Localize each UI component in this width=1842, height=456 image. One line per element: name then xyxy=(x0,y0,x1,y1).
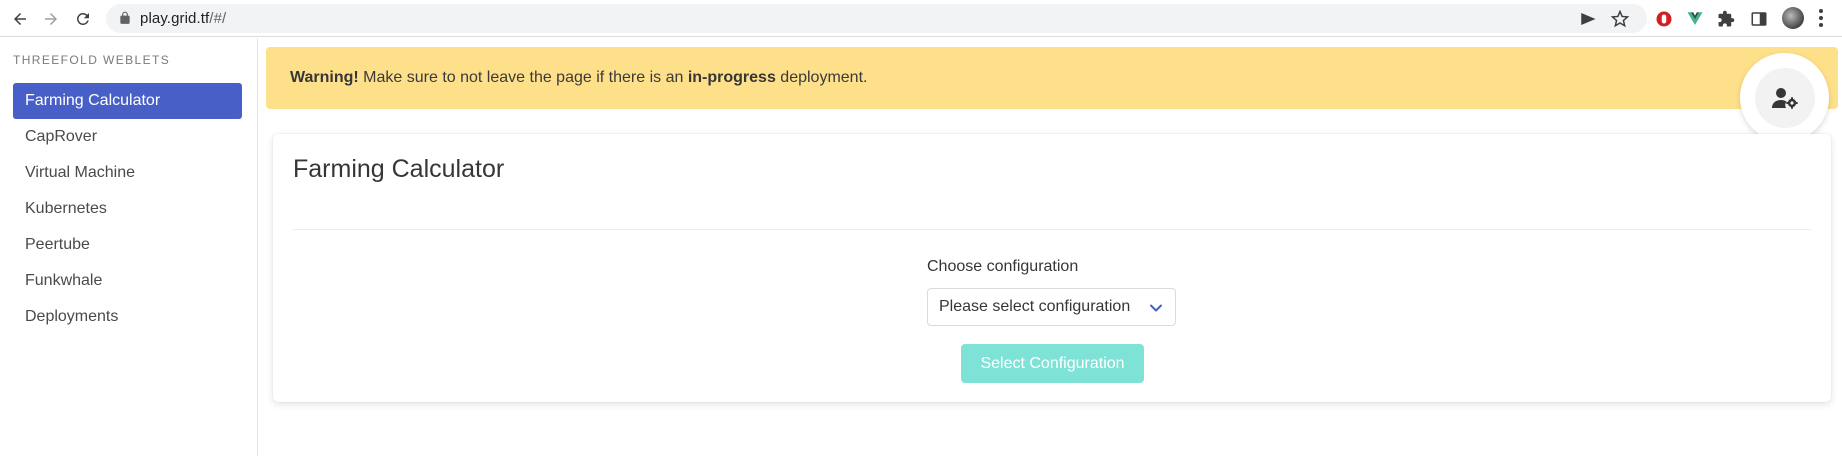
browser-profile-avatar[interactable] xyxy=(1782,7,1804,29)
arrow-right-icon xyxy=(45,13,57,25)
sidebar-item-deployments[interactable]: Deployments xyxy=(13,299,242,335)
vue-extension-icon[interactable] xyxy=(1685,9,1705,29)
sidebar-item-funkwhale[interactable]: Funkwhale xyxy=(13,263,242,299)
configuration-label: Choose configuration xyxy=(927,258,1079,275)
chevron-down-icon xyxy=(1150,304,1162,312)
forward-button[interactable] xyxy=(38,6,64,32)
send-icon[interactable] xyxy=(1579,10,1597,28)
back-button[interactable] xyxy=(7,6,33,32)
arrow-left-icon xyxy=(14,13,26,25)
warning-text-after: deployment. xyxy=(775,69,868,86)
more-menu-icon[interactable] xyxy=(1818,8,1824,28)
sidebar: THREEFOLD WEBLETS Farming Calculator Cap… xyxy=(0,38,258,456)
warning-strong-progress: in-progress xyxy=(687,69,776,86)
sidebar-item-peertube[interactable]: Peertube xyxy=(13,227,242,263)
shield-extension-icon[interactable] xyxy=(1654,9,1674,29)
reload-icon xyxy=(76,12,89,25)
farming-calculator-card: Farming Calculator Choose configuration … xyxy=(273,134,1831,402)
url-path: /#/ xyxy=(209,10,227,27)
lock-icon xyxy=(120,11,130,24)
url-text: play.grid.tf/#/ xyxy=(140,10,226,27)
page-title: Farming Calculator xyxy=(293,155,505,183)
profile-settings-inner xyxy=(1754,67,1815,128)
warning-text-before: Make sure to not leave the page if there… xyxy=(358,69,688,86)
sidebar-item-farming-calculator[interactable]: Farming Calculator xyxy=(13,83,242,119)
warning-banner: Warning! Make sure to not leave the page… xyxy=(266,47,1838,109)
browser-toolbar: play.grid.tf/#/ xyxy=(0,0,1842,37)
warning-message: Warning! Make sure to not leave the page… xyxy=(290,69,867,87)
divider xyxy=(293,229,1811,230)
configuration-select[interactable]: Please select configuration xyxy=(927,288,1176,326)
sidebar-menu: Farming Calculator CapRover Virtual Mach… xyxy=(13,83,242,335)
sidebar-item-caprover[interactable]: CapRover xyxy=(13,119,242,155)
warning-strong: Warning! xyxy=(290,69,359,86)
address-bar[interactable]: play.grid.tf/#/ xyxy=(106,4,1647,33)
configuration-select-value: Please select configuration xyxy=(939,298,1131,315)
reload-button[interactable] xyxy=(70,6,96,32)
side-panel-icon[interactable] xyxy=(1749,9,1769,29)
star-icon[interactable] xyxy=(1611,10,1629,28)
select-configuration-button[interactable]: Select Configuration xyxy=(961,344,1144,383)
user-cog-icon xyxy=(1771,87,1798,109)
sidebar-item-kubernetes[interactable]: Kubernetes xyxy=(13,191,242,227)
url-host: play.grid.tf xyxy=(140,10,210,27)
puzzle-icon[interactable] xyxy=(1716,9,1736,29)
sidebar-title: THREEFOLD WEBLETS xyxy=(13,53,171,67)
profile-settings-button[interactable] xyxy=(1740,53,1829,142)
sidebar-item-virtual-machine[interactable]: Virtual Machine xyxy=(13,155,242,191)
